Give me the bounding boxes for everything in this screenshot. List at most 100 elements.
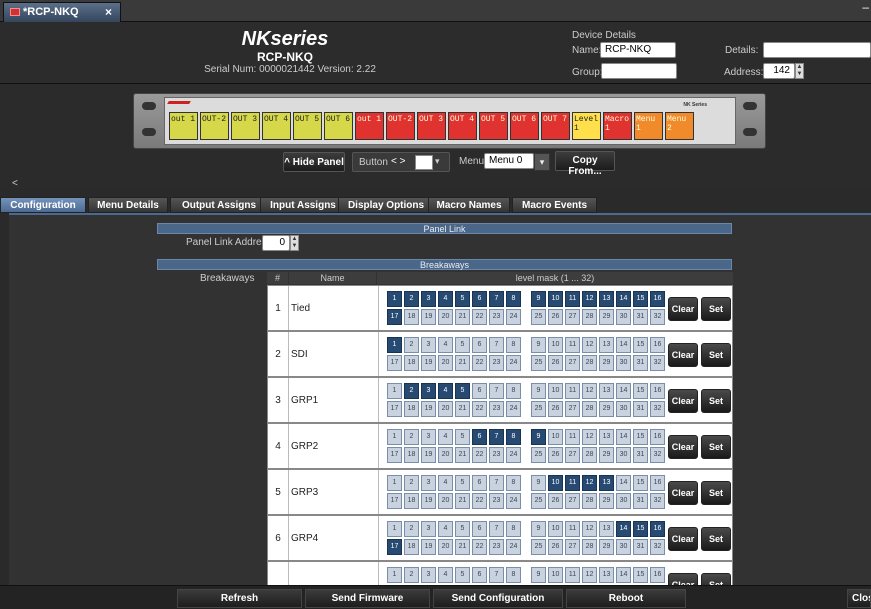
panel-key[interactable]: out 1: [169, 112, 198, 140]
level-cell[interactable]: 8: [506, 429, 521, 445]
level-cell[interactable]: 17: [387, 309, 402, 325]
panel-key[interactable]: out 1: [355, 112, 384, 140]
panel-key[interactable]: OUT 5: [479, 112, 508, 140]
clear-button[interactable]: Clear: [668, 573, 698, 585]
panel-key[interactable]: OUT 6: [510, 112, 539, 140]
tab-display-options[interactable]: Display Options: [338, 197, 434, 213]
panel-key[interactable]: OUT 6: [324, 112, 353, 140]
level-cell[interactable]: 3: [421, 429, 436, 445]
set-button[interactable]: Set: [701, 297, 731, 321]
level-cell[interactable]: 18: [404, 447, 419, 463]
level-cell[interactable]: 23: [489, 401, 504, 417]
level-cell[interactable]: 1: [387, 291, 402, 307]
level-cell[interactable]: 21: [455, 355, 470, 371]
level-cell[interactable]: 5: [455, 567, 470, 583]
level-cell[interactable]: 6: [472, 429, 487, 445]
panel-key[interactable]: Menu 2: [665, 112, 694, 140]
level-cell[interactable]: 1: [387, 567, 402, 583]
refresh-button[interactable]: Refresh: [177, 589, 302, 608]
level-cell[interactable]: 14: [616, 291, 631, 307]
set-button[interactable]: Set: [701, 435, 731, 459]
level-cell[interactable]: 5: [455, 291, 470, 307]
level-cell[interactable]: 7: [489, 383, 504, 399]
level-cell[interactable]: 30: [616, 493, 631, 509]
level-cell[interactable]: 25: [531, 447, 546, 463]
level-cell[interactable]: 9: [531, 475, 546, 491]
panel-key[interactable]: OUT-2: [200, 112, 229, 140]
reboot-button[interactable]: Reboot: [566, 589, 686, 608]
tab-input-assigns[interactable]: Input Assigns: [260, 197, 346, 213]
level-cell[interactable]: 12: [582, 383, 597, 399]
button-dropdown-icon[interactable]: ▾: [435, 156, 440, 167]
level-cell[interactable]: 2: [404, 475, 419, 491]
level-cell[interactable]: 32: [650, 493, 665, 509]
panel-key[interactable]: OUT 5: [293, 112, 322, 140]
level-cell[interactable]: 14: [616, 337, 631, 353]
clear-button[interactable]: Clear: [668, 343, 698, 367]
level-cell[interactable]: 25: [531, 539, 546, 555]
address-spinner[interactable]: ▲ ▼: [795, 63, 804, 79]
level-cell[interactable]: 5: [455, 521, 470, 537]
level-cell[interactable]: 9: [531, 521, 546, 537]
group-field[interactable]: [601, 63, 677, 79]
row-name[interactable]: SDI: [291, 349, 308, 360]
level-cell[interactable]: 13: [599, 475, 614, 491]
level-cell[interactable]: 16: [650, 291, 665, 307]
level-cell[interactable]: 16: [650, 521, 665, 537]
details-field[interactable]: [763, 42, 871, 58]
level-cell[interactable]: 6: [472, 383, 487, 399]
level-cell[interactable]: 8: [506, 383, 521, 399]
level-cell[interactable]: 25: [531, 493, 546, 509]
level-cell[interactable]: 20: [438, 309, 453, 325]
level-cell[interactable]: 22: [472, 401, 487, 417]
level-cell[interactable]: 2: [404, 337, 419, 353]
minimize-icon[interactable]: –: [862, 0, 869, 14]
level-cell[interactable]: 30: [616, 447, 631, 463]
level-cell[interactable]: 17: [387, 401, 402, 417]
clear-button[interactable]: Clear: [668, 435, 698, 459]
level-cell[interactable]: 6: [472, 521, 487, 537]
level-cell[interactable]: 21: [455, 447, 470, 463]
level-cell[interactable]: 24: [506, 447, 521, 463]
level-cell[interactable]: 18: [404, 355, 419, 371]
level-cell[interactable]: 19: [421, 309, 436, 325]
level-cell[interactable]: 12: [582, 567, 597, 583]
level-cell[interactable]: 23: [489, 493, 504, 509]
level-cell[interactable]: 29: [599, 401, 614, 417]
panel-key[interactable]: Level 1: [572, 112, 601, 140]
level-cell[interactable]: 23: [489, 355, 504, 371]
level-cell[interactable]: 13: [599, 383, 614, 399]
level-cell[interactable]: 28: [582, 401, 597, 417]
clear-button[interactable]: Clear: [668, 389, 698, 413]
level-cell[interactable]: 21: [455, 401, 470, 417]
level-cell[interactable]: 9: [531, 337, 546, 353]
level-cell[interactable]: 11: [565, 475, 580, 491]
level-cell[interactable]: 28: [582, 493, 597, 509]
level-cell[interactable]: 6: [472, 475, 487, 491]
level-cell[interactable]: 14: [616, 429, 631, 445]
level-cell[interactable]: 29: [599, 355, 614, 371]
clear-button[interactable]: Clear: [668, 297, 698, 321]
level-cell[interactable]: 1: [387, 383, 402, 399]
level-cell[interactable]: 27: [565, 401, 580, 417]
level-cell[interactable]: 2: [404, 567, 419, 583]
level-cell[interactable]: 32: [650, 355, 665, 371]
level-cell[interactable]: 14: [616, 567, 631, 583]
panel-key[interactable]: OUT 4: [262, 112, 291, 140]
level-cell[interactable]: 10: [548, 429, 563, 445]
level-cell[interactable]: 11: [565, 567, 580, 583]
level-cell[interactable]: 25: [531, 355, 546, 371]
level-cell[interactable]: 5: [455, 383, 470, 399]
level-cell[interactable]: 32: [650, 539, 665, 555]
level-cell[interactable]: 20: [438, 447, 453, 463]
level-cell[interactable]: 20: [438, 401, 453, 417]
level-cell[interactable]: 16: [650, 429, 665, 445]
level-cell[interactable]: 24: [506, 309, 521, 325]
level-cell[interactable]: 8: [506, 337, 521, 353]
level-cell[interactable]: 31: [633, 401, 648, 417]
level-cell[interactable]: 4: [438, 337, 453, 353]
level-cell[interactable]: 29: [599, 309, 614, 325]
set-button[interactable]: Set: [701, 389, 731, 413]
level-cell[interactable]: 31: [633, 539, 648, 555]
level-cell[interactable]: 26: [548, 401, 563, 417]
